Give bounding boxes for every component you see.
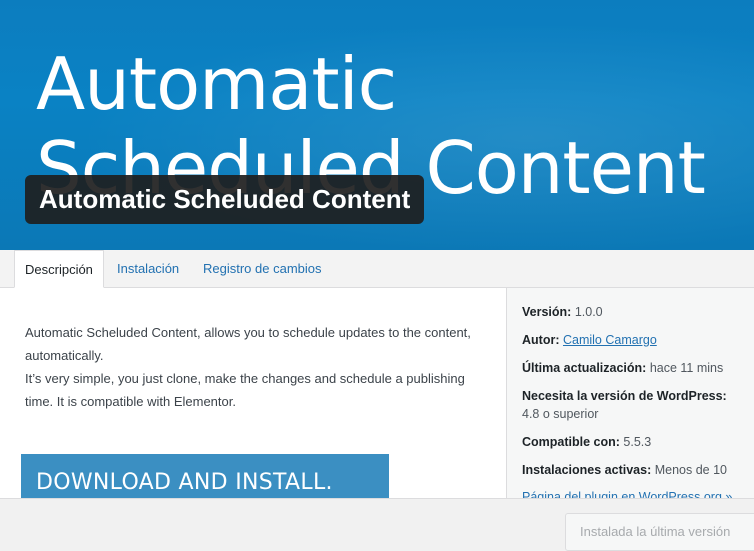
tab-instalacion[interactable]: Instalación xyxy=(107,250,189,288)
meta-last-updated-label: Última actualización: xyxy=(522,361,647,375)
meta-version-label: Versión: xyxy=(522,305,572,319)
meta-compatible-value: 5.5.3 xyxy=(623,435,652,449)
plugin-description: Automatic Scheluded Content, allows you … xyxy=(25,321,495,413)
meta-requires-value: 4.8 o superior xyxy=(522,407,599,421)
meta-version-value: 1.0.0 xyxy=(574,305,603,319)
meta-active-installs-value: Menos de 10 xyxy=(654,463,727,477)
modal-footer: Instalada la última versión xyxy=(0,498,754,551)
meta-requires-value-row: 4.8 o superior xyxy=(522,407,598,421)
plugin-title: Automatic Scheluded Content xyxy=(25,175,425,224)
tab-descripcion[interactable]: Descripción xyxy=(14,250,104,288)
plugin-banner: Automatic Scheduled Content Automatic Sc… xyxy=(0,0,754,250)
meta-version: Versión: 1.0.0 xyxy=(522,305,603,319)
meta-author-label: Autor: xyxy=(522,333,560,347)
description-paragraph-1: Automatic Scheluded Content, allows you … xyxy=(25,325,471,363)
meta-requires-label: Necesita la versión de WordPress: xyxy=(522,389,727,403)
author-link[interactable]: Camilo Camargo xyxy=(563,333,657,347)
plugin-meta-sidebar: Versión: 1.0.0 Autor: Camilo Camargo Últ… xyxy=(506,288,754,498)
tab-registro-de-cambios[interactable]: Registro de cambios xyxy=(193,250,332,288)
plugin-tabs: Descripción Instalación Registro de camb… xyxy=(0,250,754,288)
meta-compatible: Compatible con: 5.5.3 xyxy=(522,435,651,449)
meta-active-installs: Instalaciones activas: Menos de 10 xyxy=(522,463,727,477)
meta-author: Autor: Camilo Camargo xyxy=(522,333,657,347)
meta-last-updated-value: hace 11 mins xyxy=(649,361,724,375)
meta-compatible-label: Compatible con: xyxy=(522,435,620,449)
banner-artwork-line-1: Automatic xyxy=(36,42,397,126)
description-paragraph-2: It’s very simple, you just clone, make t… xyxy=(25,371,465,409)
plugin-page-link[interactable]: Página del plugin en WordPress.org » xyxy=(522,490,732,498)
installed-latest-version-button: Instalada la última versión xyxy=(565,513,754,551)
meta-last-updated: Última actualización: hace 11 mins xyxy=(522,361,723,375)
meta-requires-label-row: Necesita la versión de WordPress: xyxy=(522,389,727,403)
meta-active-installs-label: Instalaciones activas: xyxy=(522,463,652,477)
